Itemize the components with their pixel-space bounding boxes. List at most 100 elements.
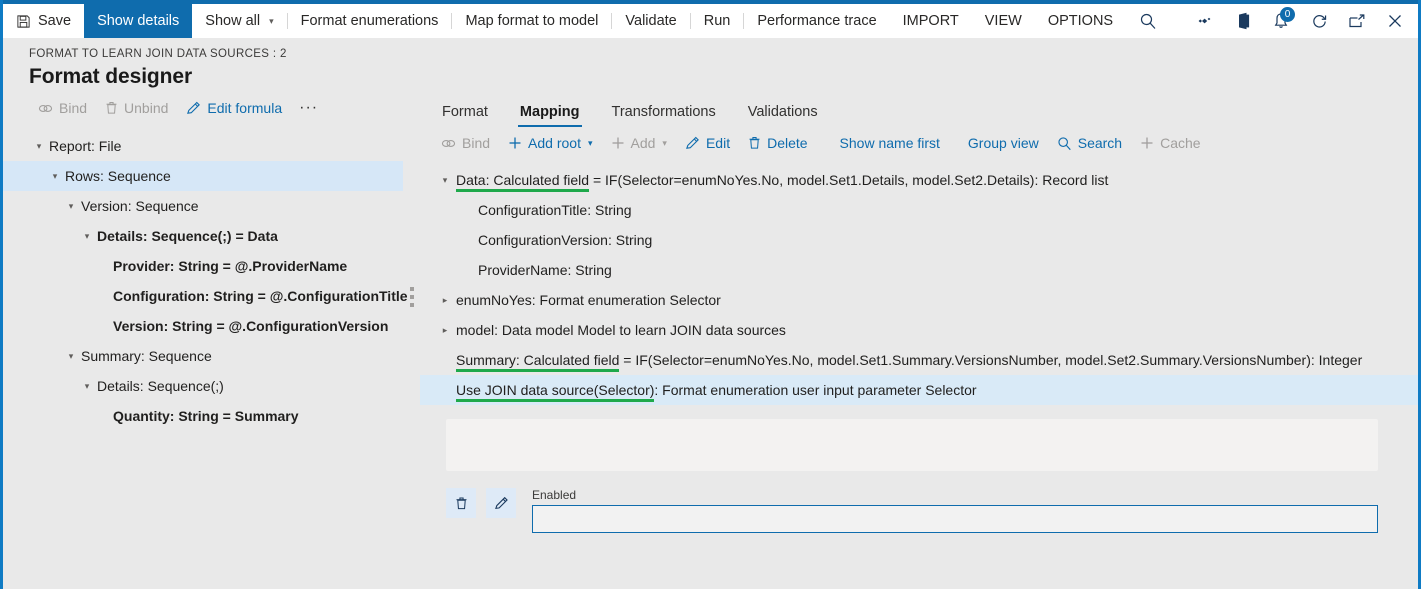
edit-icon (685, 136, 700, 151)
mapping-row-underlined-part: Data: Calculated field (456, 172, 589, 192)
popout-icon[interactable] (1338, 4, 1376, 38)
tree-node-details-sequence-data[interactable]: ▾ Details: Sequence(;) = Data (3, 221, 403, 251)
tree-node-details-sequence[interactable]: ▾ Details: Sequence(;) (3, 371, 403, 401)
save-button[interactable]: Save (3, 4, 84, 38)
mapping-row-label: ConfigurationTitle: String (478, 202, 632, 218)
tree-node-version-sequence[interactable]: ▾ Version: Sequence (3, 191, 403, 221)
mapping-row-configuration-title[interactable]: ConfigurationTitle: String (420, 195, 1418, 225)
add-label: Add (631, 135, 656, 151)
toolbar-spacer (1170, 4, 1186, 38)
toolbar-right-icons: 0 (1186, 4, 1418, 38)
chevron-collapsed-icon[interactable]: ▸ (434, 295, 456, 306)
mapping-row-provider-name[interactable]: ProviderName: String (420, 255, 1418, 285)
mapping-row-rest: = IF(Selector=enumNoYes.No, model.Set1.D… (589, 172, 1108, 188)
menu-view[interactable]: VIEW (972, 4, 1035, 38)
mapping-row-data[interactable]: ▾ Data: Calculated field = IF(Selector=e… (420, 165, 1418, 195)
chevron-expanded-icon[interactable]: ▾ (45, 171, 65, 182)
bind-label: Bind (59, 100, 87, 116)
performance-trace-button[interactable]: Performance trace (744, 4, 889, 38)
tree-node-version-string[interactable]: Version: String = @.ConfigurationVersion (3, 311, 403, 341)
add-button[interactable]: Add ▾ (602, 132, 676, 154)
chevron-expanded-icon[interactable]: ▾ (61, 351, 81, 362)
show-all-dropdown[interactable]: Show all ▾ (192, 4, 286, 38)
mapping-row-label: ProviderName: String (478, 262, 612, 278)
mapping-search-button[interactable]: Search (1048, 132, 1131, 154)
tree-node-label: Report: File (49, 138, 121, 154)
detail-edit-button[interactable] (486, 488, 516, 518)
search-icon[interactable] (1126, 4, 1170, 38)
mapping-bind-button[interactable]: Bind (432, 132, 499, 154)
tree-node-report-file[interactable]: ▾ Report: File (3, 131, 403, 161)
plus-icon (1140, 136, 1154, 150)
edit-icon (186, 101, 201, 116)
company-switch-icon[interactable] (1186, 4, 1224, 38)
tree-node-label: Details: Sequence(;) (97, 378, 224, 394)
enabled-field-label: Enabled (532, 488, 1378, 502)
chevron-down-icon: ▾ (588, 138, 593, 149)
show-details-button[interactable]: Show details (84, 4, 192, 38)
pane-splitter[interactable] (403, 93, 420, 538)
map-format-to-model-button[interactable]: Map format to model (452, 4, 611, 38)
tab-format[interactable]: Format (426, 100, 504, 127)
page-title: Format designer (29, 65, 1418, 89)
enabled-input[interactable] (532, 505, 1378, 533)
mapping-row-configuration-version[interactable]: ConfigurationVersion: String (420, 225, 1418, 255)
mapping-row-enumnoyes[interactable]: ▸ enumNoYes: Format enumeration Selector (420, 285, 1418, 315)
tree-node-label: Summary: Sequence (81, 348, 212, 364)
tree-node-summary-sequence[interactable]: ▾ Summary: Sequence (3, 341, 403, 371)
group-view-button[interactable]: Group view (959, 132, 1048, 154)
menu-options[interactable]: OPTIONS (1035, 4, 1126, 38)
bind-button[interactable]: Bind (29, 97, 96, 119)
show-details-label: Show details (97, 13, 179, 29)
run-button[interactable]: Run (691, 4, 744, 38)
tab-validations[interactable]: Validations (732, 100, 834, 127)
top-toolbar: Save Show details Show all ▾ Format enum… (3, 0, 1418, 38)
mapping-row-underlined-part: Use JOIN data source(Selector) (456, 382, 654, 402)
chevron-expanded-icon[interactable]: ▾ (77, 231, 97, 242)
chevron-expanded-icon[interactable]: ▾ (77, 381, 97, 392)
mapping-row-summary[interactable]: Summary: Calculated field = IF(Selector=… (420, 345, 1418, 375)
notifications-icon[interactable]: 0 (1262, 4, 1300, 38)
run-label: Run (704, 13, 731, 29)
tree-node-quantity[interactable]: Quantity: String = Summary (3, 401, 403, 431)
trash-icon (455, 496, 468, 511)
tab-mapping[interactable]: Mapping (504, 100, 596, 127)
breadcrumb: FORMAT TO LEARN JOIN DATA SOURCES : 2 (29, 48, 1418, 60)
tree-node-label: Details: Sequence(;) = Data (97, 228, 278, 244)
edit-formula-label: Edit formula (207, 100, 282, 116)
chevron-expanded-icon[interactable]: ▾ (61, 201, 81, 212)
tree-node-configuration[interactable]: Configuration: String = @.ConfigurationT… (3, 281, 403, 311)
search-icon (1057, 136, 1072, 151)
tree-node-rows-sequence[interactable]: ▾ Rows: Sequence (3, 161, 403, 191)
splitter-grip[interactable] (410, 287, 414, 307)
body-split: Bind Unbind Edit formula ··· (3, 93, 1418, 538)
mapping-row-model[interactable]: ▸ model: Data model Model to learn JOIN … (420, 315, 1418, 345)
tree-node-provider[interactable]: Provider: String = @.ProviderName (3, 251, 403, 281)
tab-label: Format (442, 104, 488, 120)
cache-button[interactable]: Cache (1131, 132, 1209, 154)
menu-import[interactable]: IMPORT (890, 4, 972, 38)
format-enumerations-button[interactable]: Format enumerations (288, 4, 452, 38)
chevron-expanded-icon[interactable]: ▾ (434, 175, 456, 186)
show-name-first-button[interactable]: Show name first (831, 132, 949, 154)
view-label: VIEW (985, 13, 1022, 29)
tab-transformations[interactable]: Transformations (596, 100, 732, 127)
validate-button[interactable]: Validate (612, 4, 689, 38)
close-icon[interactable] (1376, 4, 1414, 38)
unbind-label: Unbind (124, 100, 168, 116)
mapping-row-label: enumNoYes: Format enumeration Selector (456, 292, 721, 308)
office-app-icon[interactable] (1224, 4, 1262, 38)
chevron-down-icon: ▾ (662, 138, 667, 149)
chevron-collapsed-icon[interactable]: ▸ (434, 325, 456, 336)
edit-formula-button[interactable]: Edit formula (177, 97, 291, 119)
more-icon[interactable]: ··· (291, 100, 326, 116)
add-root-label: Add root (528, 135, 581, 151)
mapping-edit-button[interactable]: Edit (676, 132, 739, 154)
unbind-button[interactable]: Unbind (96, 97, 177, 119)
add-root-button[interactable]: Add root ▾ (499, 132, 601, 154)
mapping-row-use-join-data-source[interactable]: Use JOIN data source(Selector): Format e… (420, 375, 1418, 405)
refresh-icon[interactable] (1300, 4, 1338, 38)
detail-delete-button[interactable] (446, 488, 476, 518)
chevron-expanded-icon[interactable]: ▾ (29, 141, 49, 152)
mapping-delete-button[interactable]: Delete (739, 132, 816, 154)
